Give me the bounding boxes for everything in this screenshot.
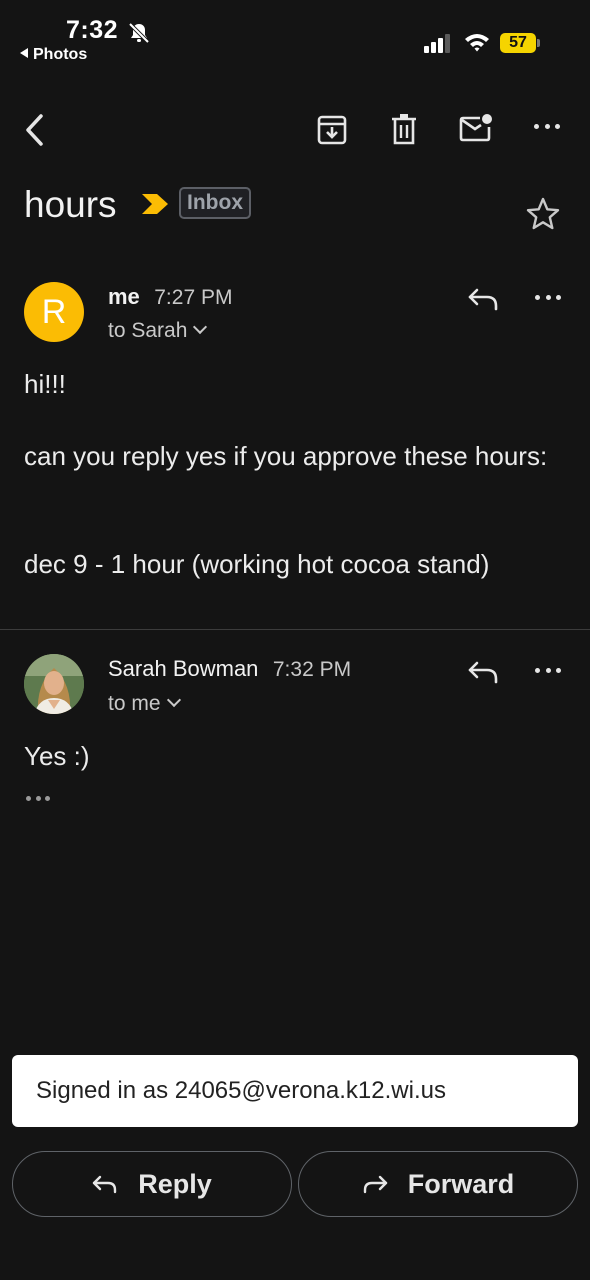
recipient-details-toggle[interactable]: to me (108, 692, 181, 716)
recipient-details-toggle[interactable]: to Sarah (108, 319, 208, 343)
message-header: me 7:27 PM (108, 284, 232, 310)
reply-arrow-icon (93, 1175, 117, 1194)
message-divider (0, 629, 590, 630)
message-body-line: can you reply yes if you approve these h… (24, 441, 548, 471)
wifi-icon (465, 34, 489, 52)
message-body-line: Yes :) (24, 741, 90, 771)
message-more-icon[interactable] (535, 295, 561, 300)
message-body-line: dec 9 - 1 hour (working hot cocoa stand) (24, 549, 490, 579)
reply-icon[interactable] (467, 285, 499, 311)
message-body-line: hi!!! (24, 369, 66, 399)
star-icon[interactable] (525, 196, 561, 232)
mark-unread-icon[interactable] (459, 113, 493, 143)
delete-icon[interactable] (390, 113, 418, 146)
forward-button-label: Forward (407, 1168, 515, 1199)
recipient-line: to me (108, 692, 161, 715)
sender-avatar[interactable]: R (24, 282, 84, 342)
battery-percent: 57 (509, 34, 527, 51)
back-icon[interactable] (22, 112, 48, 148)
more-options-icon[interactable] (534, 124, 562, 134)
message-more-icon[interactable] (535, 668, 561, 673)
archive-icon[interactable] (317, 114, 347, 146)
sender-avatar-photo[interactable] (24, 654, 84, 714)
message-time: 7:27 PM (154, 286, 233, 309)
sender-name: me (108, 284, 140, 309)
importance-marker-icon[interactable] (141, 193, 169, 215)
profile-photo-icon (24, 654, 84, 714)
status-time: 7:32 (66, 16, 119, 44)
chevron-down-icon (166, 692, 181, 708)
battery-indicator: 57 (500, 33, 541, 53)
inbox-label-chip[interactable]: Inbox (179, 187, 251, 219)
signed-in-snackbar: Signed in as 24065@verona.k12.wi.us (12, 1055, 578, 1127)
reply-button[interactable]: Reply (12, 1151, 292, 1217)
cellular-signal-icon (424, 34, 450, 53)
chevron-down-icon (193, 319, 208, 335)
email-subject: hours (24, 184, 117, 225)
bell-slash-icon (128, 22, 150, 44)
show-trimmed-content-icon[interactable] (26, 796, 50, 801)
reply-icon[interactable] (467, 658, 499, 684)
back-triangle-icon (20, 48, 28, 58)
forward-button[interactable]: Forward (298, 1151, 578, 1217)
message-time: 7:32 PM (272, 658, 352, 681)
reply-button-label: Reply (138, 1168, 212, 1199)
recipient-line: to Sarah (108, 319, 188, 342)
sender-name: Sarah Bowman (108, 656, 259, 681)
back-app-label: Photos (33, 46, 88, 63)
message-header: Sarah Bowman 7:32 PM (108, 656, 351, 682)
forward-arrow-icon (363, 1175, 387, 1194)
back-to-app-link[interactable]: Photos (20, 46, 87, 64)
